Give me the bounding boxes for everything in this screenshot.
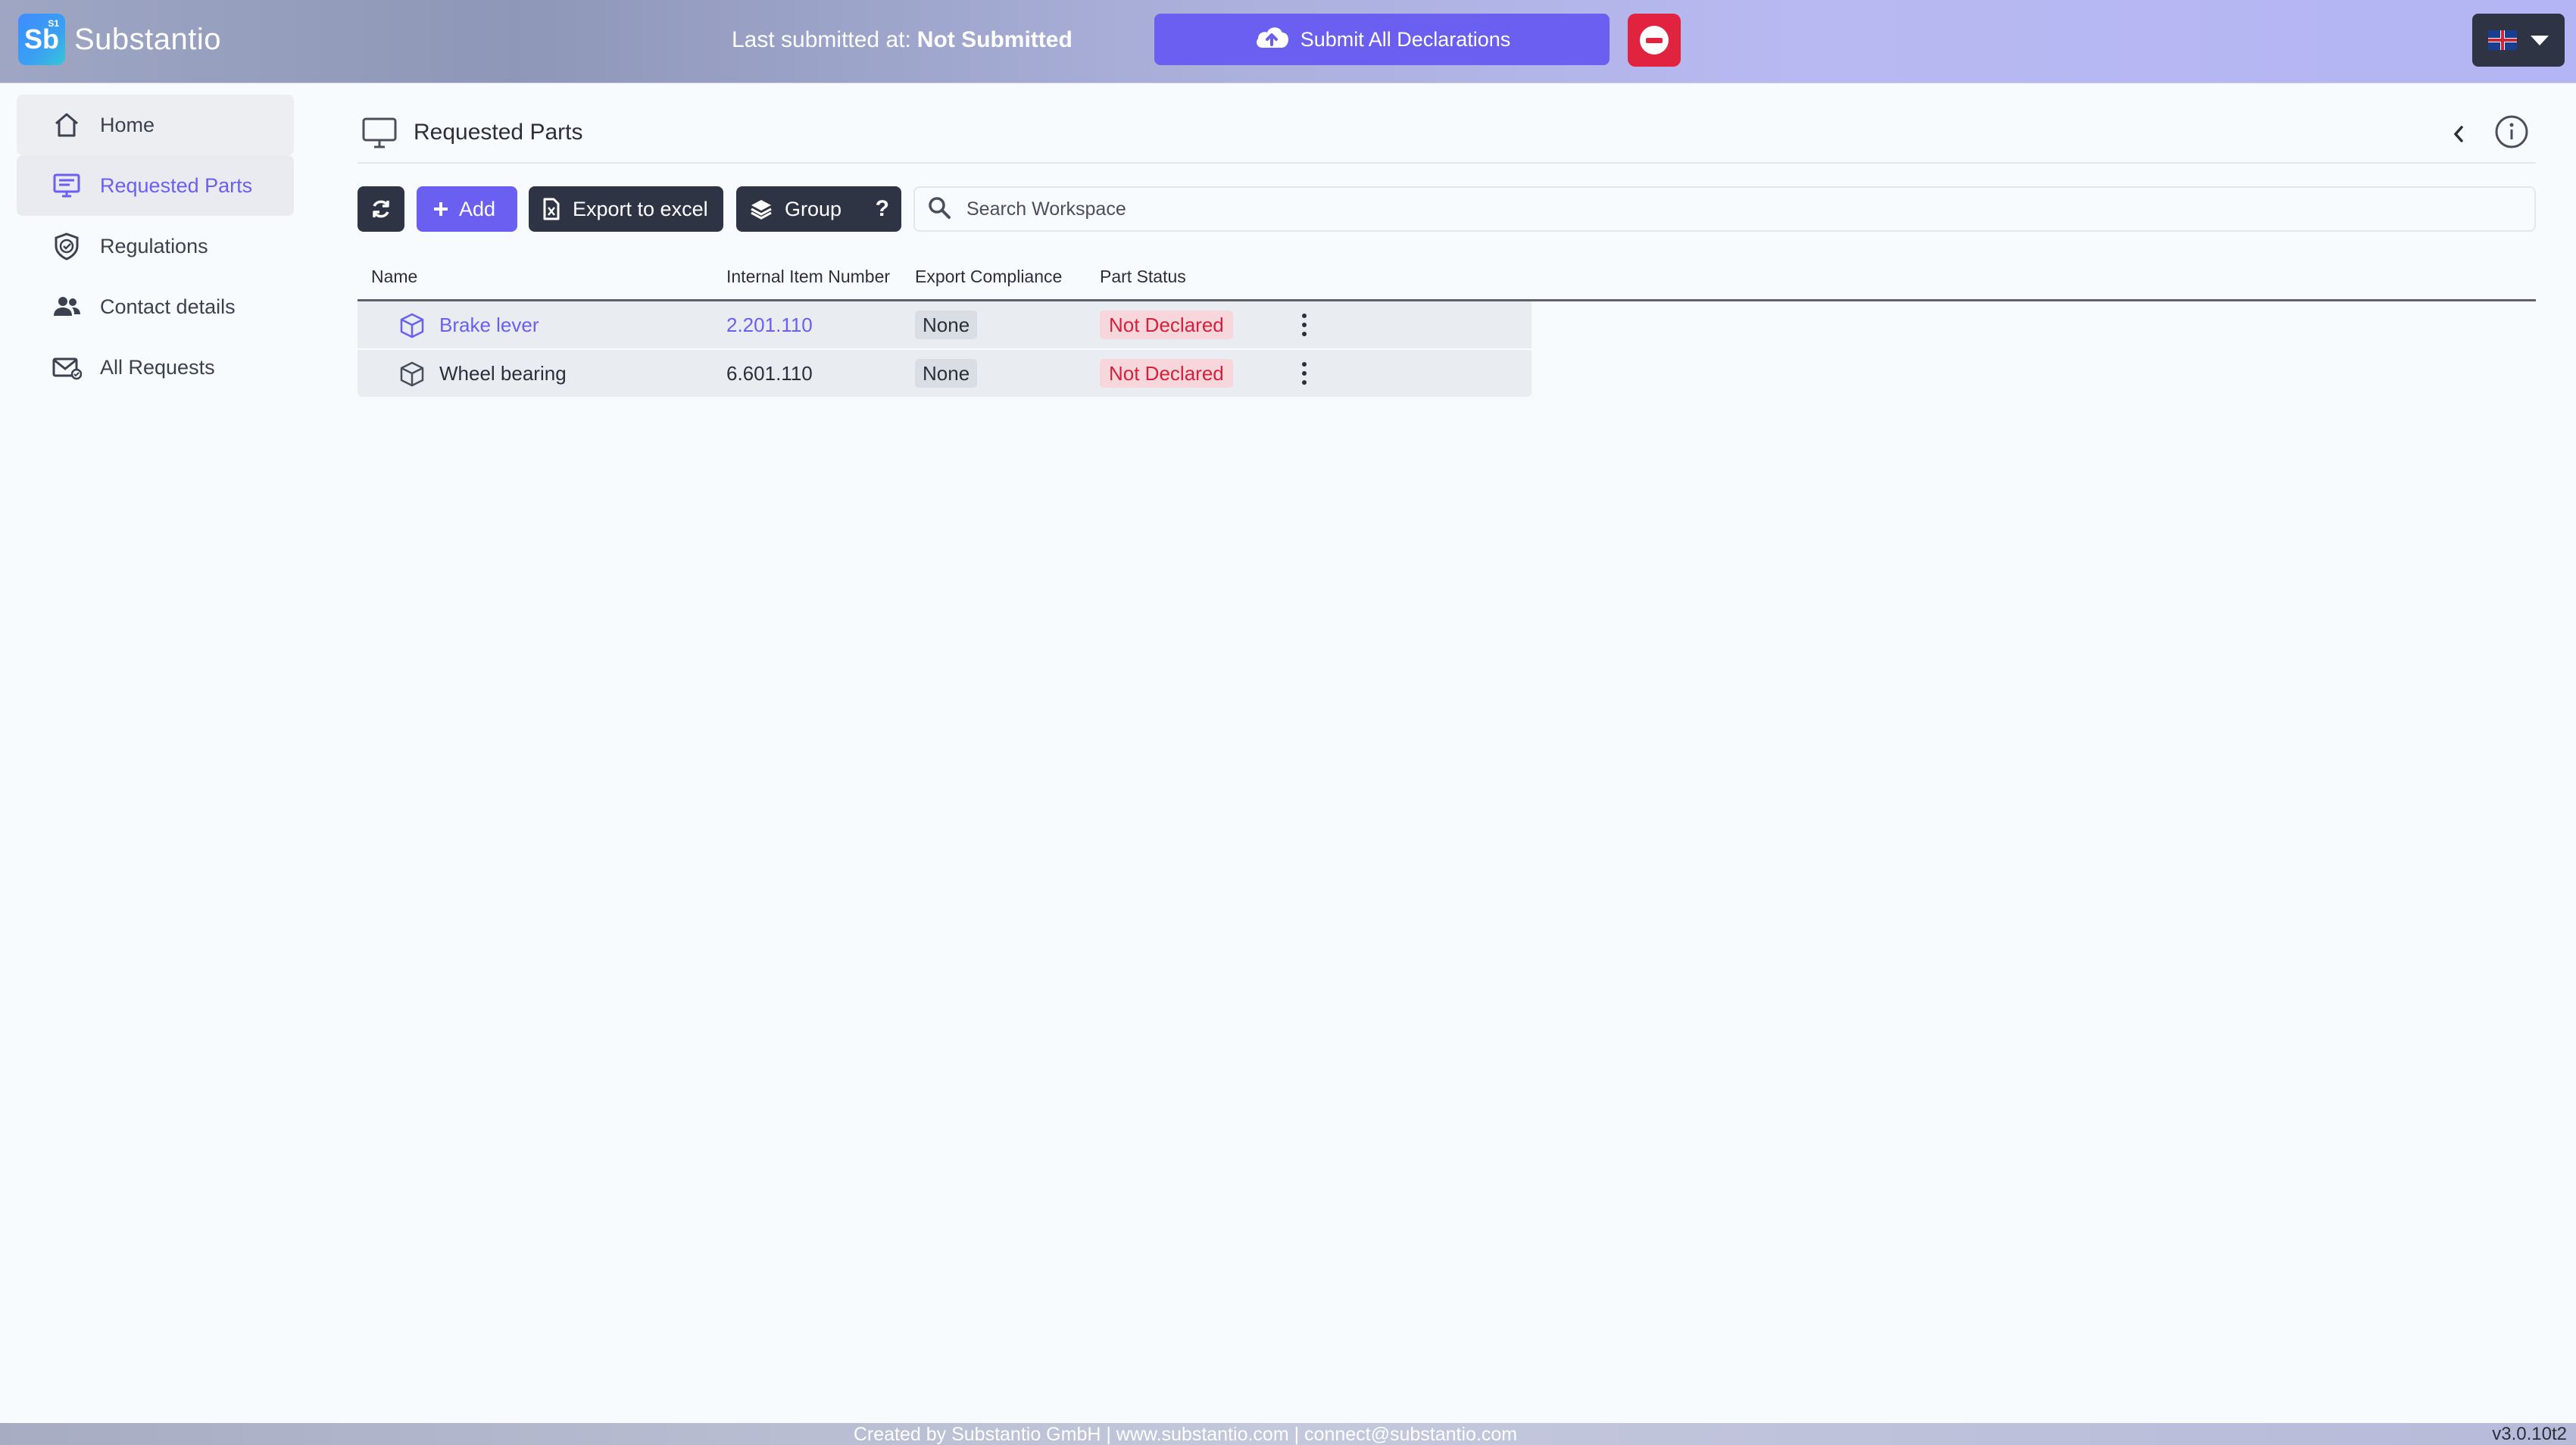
- table-header: Name Internal Item Number Export Complia…: [358, 254, 2536, 301]
- language-selector[interactable]: [2472, 14, 2565, 67]
- last-submitted-value: Not Submitted: [916, 27, 1073, 52]
- page-header: Requested Parts: [358, 106, 2536, 164]
- part-status-badge: Not Declared: [1100, 311, 1233, 339]
- export-compliance-badge: None: [915, 359, 978, 388]
- sidebar-item-regulations[interactable]: Regulations: [17, 216, 294, 276]
- top-bar: Sb S1 Substantio Last submitted at: Not S…: [0, 0, 2576, 83]
- cube-icon: [398, 360, 426, 392]
- users-icon: [50, 290, 83, 323]
- add-button[interactable]: Add: [417, 186, 517, 232]
- app-logo[interactable]: Sb S1: [18, 14, 65, 65]
- sidebar-item-label: Regulations: [100, 234, 208, 257]
- add-label: Add: [459, 197, 496, 220]
- info-icon[interactable]: [2493, 114, 2530, 154]
- footer-credit[interactable]: Created by Substantio GmbH | www.substan…: [0, 1424, 2371, 1445]
- search-input[interactable]: [966, 198, 2406, 220]
- internal-item-number: 6.601.110: [726, 361, 813, 385]
- footer: Created by Substantio GmbH | www.substan…: [0, 1423, 2576, 1445]
- plus-icon: [434, 202, 448, 216]
- version-label: v3.0.10t2: [2492, 1424, 2567, 1444]
- mail-icon: [50, 351, 83, 384]
- page-title: Requested Parts: [414, 120, 583, 145]
- uk-flag-icon: [2488, 30, 2517, 50]
- home-icon: [50, 108, 83, 142]
- column-header-export-compliance[interactable]: Export Compliance: [915, 267, 1062, 287]
- app-title: Substantio: [74, 23, 222, 56]
- submit-all-declarations-label: Submit All Declarations: [1300, 27, 1511, 51]
- refresh-icon: [373, 200, 389, 218]
- export-compliance-badge: None: [915, 311, 978, 339]
- table-row[interactable]: Wheel bearing 6.601.110 None Not Declare…: [358, 350, 1532, 397]
- monitor-list-icon: [50, 169, 83, 202]
- row-menu-icon[interactable]: [1297, 362, 1312, 385]
- column-header-part-status[interactable]: Part Status: [1100, 267, 1186, 287]
- column-header-name[interactable]: Name: [371, 267, 417, 287]
- last-submitted-label: Last submitted at:: [732, 27, 911, 52]
- submit-all-declarations-button[interactable]: Submit All Declarations: [1154, 14, 1610, 65]
- sidebar-item-label: All Requests: [100, 355, 215, 379]
- caret-down-icon: [2531, 35, 2549, 45]
- sidebar-item-contact-details[interactable]: Contact details: [17, 276, 294, 337]
- column-header-internal-item-number[interactable]: Internal Item Number: [726, 267, 890, 287]
- export-to-excel-button[interactable]: Export to excel: [529, 186, 723, 232]
- sidebar-item-requested-parts[interactable]: Requested Parts: [17, 155, 294, 216]
- group-label: Group: [785, 197, 842, 220]
- row-menu-icon[interactable]: [1297, 314, 1312, 336]
- refresh-button[interactable]: [358, 186, 404, 232]
- stop-button[interactable]: [1628, 14, 1681, 67]
- export-label: Export to excel: [573, 197, 708, 220]
- shield-check-icon: [50, 229, 83, 263]
- sidebar-item-label: Home: [100, 113, 155, 136]
- part-name[interactable]: Wheel bearing: [439, 362, 567, 385]
- search-icon: [927, 195, 951, 223]
- help-icon[interactable]: ?: [876, 196, 889, 222]
- last-submitted-status: Last submitted at: Not Submitted: [732, 27, 1073, 53]
- part-status-badge: Not Declared: [1100, 359, 1233, 388]
- sidebar-item-label: Requested Parts: [100, 173, 253, 197]
- search-workspace: [913, 186, 2536, 232]
- logo-superscript: S1: [48, 18, 59, 29]
- cube-icon: [398, 312, 426, 343]
- table-row[interactable]: Brake lever 2.201.110 None Not Declared: [358, 301, 1532, 348]
- minus-circle-icon: [1640, 26, 1669, 55]
- internal-item-number: 2.201.110: [726, 313, 813, 336]
- part-name[interactable]: Brake lever: [439, 314, 539, 337]
- group-button[interactable]: Group ?: [736, 186, 901, 232]
- sidebar-item-home[interactable]: Home: [17, 95, 294, 155]
- sidebar-item-all-requests[interactable]: All Requests: [17, 337, 294, 398]
- monitor-icon: [362, 117, 397, 152]
- layers-icon: [751, 200, 772, 220]
- chevron-left-icon[interactable]: [2451, 123, 2466, 149]
- sidebar: Home Requested Parts Regulations Contact…: [0, 84, 311, 1423]
- file-excel-icon: [543, 198, 560, 220]
- sidebar-item-label: Contact details: [100, 295, 236, 318]
- cloud-upload-icon: [1254, 23, 1290, 56]
